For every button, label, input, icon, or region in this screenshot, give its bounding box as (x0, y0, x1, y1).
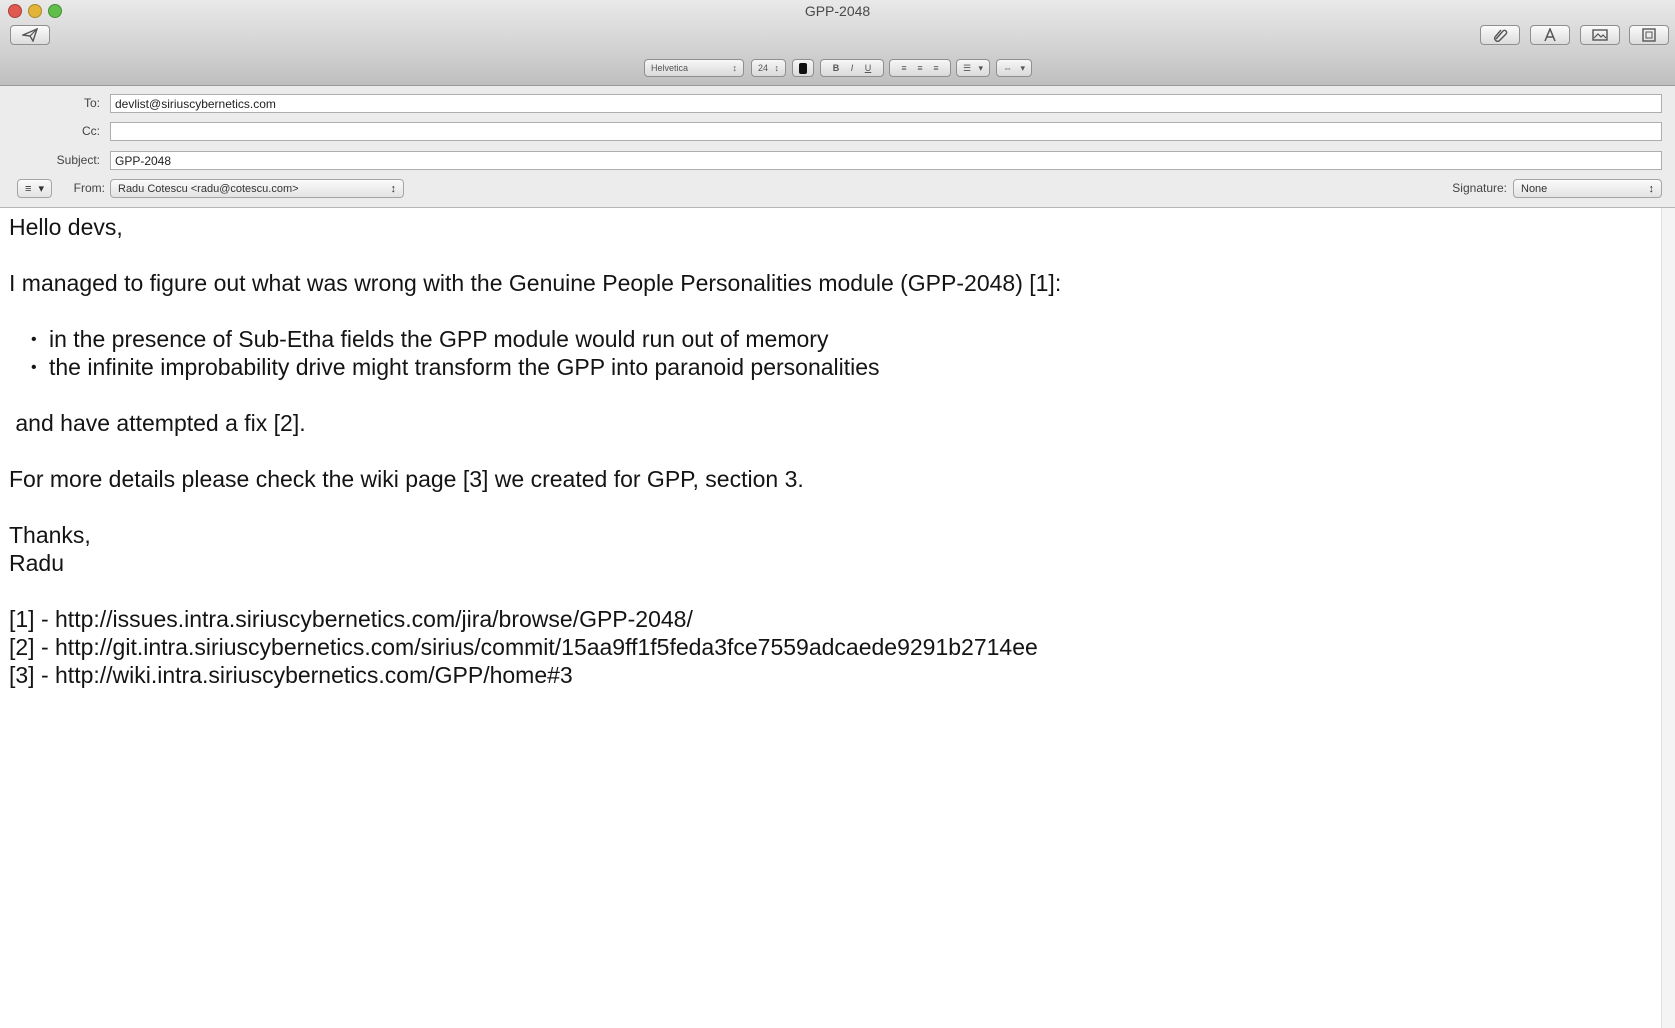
compose-window: GPP-2048 Helvetica ↕ 24 ↕ B I U ≡ ≡ ≡ ☰ … (0, 0, 1675, 1028)
to-field[interactable]: devlist@siriuscybernetics.com (110, 94, 1662, 113)
format-bar: Helvetica ↕ 24 ↕ B I U ≡ ≡ ≡ ☰ ▾ ⇔ ▾ (0, 59, 1675, 79)
vertical-scrollbar[interactable] (1661, 208, 1675, 1028)
cc-label: Cc: (82, 124, 100, 138)
window-title: GPP-2048 (804, 3, 871, 19)
greeting-text: Hello devs, (9, 214, 123, 240)
text-color-button[interactable] (792, 59, 814, 77)
photo-browser-icon (1592, 29, 1608, 41)
font-icon (1544, 28, 1556, 42)
to-label: To: (83, 96, 100, 110)
title-bar: GPP-2048 Helvetica ↕ 24 ↕ B I U ≡ ≡ ≡ ☰ … (0, 0, 1675, 86)
list-popup[interactable]: ☰ ▾ (956, 59, 990, 77)
from-value: Radu Cotescu <radu@cotescu.com> (118, 182, 299, 195)
reference-link[interactable]: [2] - http://git.intra.siriuscybernetics… (9, 633, 1662, 661)
list-item: the infinite improbability drive might t… (9, 353, 1662, 382)
chevron-down-icon: ▾ (1020, 62, 1025, 73)
issue-list: in the presence of Sub-Etha fields the G… (9, 325, 1662, 382)
color-swatch-icon (799, 62, 807, 74)
signature-label: Signature: (1452, 181, 1507, 195)
from-popup[interactable]: Radu Cotescu <radu@cotescu.com> ↕ (110, 179, 404, 198)
list-icon: ☰ (963, 62, 972, 73)
indent-icon: ⇔ (1003, 63, 1012, 73)
chevron-down-icon: ▾ (978, 62, 983, 73)
paper-plane-icon (22, 28, 38, 42)
alignment-group: ≡ ≡ ≡ (889, 59, 951, 77)
indent-popup[interactable]: ⇔ ▾ (996, 59, 1032, 77)
chevron-updown-icon: ↕ (774, 63, 780, 73)
stationery-icon (1642, 28, 1656, 42)
reference-link[interactable]: [3] - http://wiki.intra.siriuscybernetic… (9, 661, 1662, 689)
font-family-label: Helvetica (651, 63, 689, 73)
font-family-popup[interactable]: Helvetica ↕ (644, 59, 744, 77)
align-left-icon[interactable]: ≡ (901, 63, 906, 73)
fix-text: and have attempted a fix [2]. (9, 410, 306, 436)
align-right-icon[interactable]: ≡ (933, 63, 938, 73)
photo-browser-button[interactable] (1580, 25, 1620, 45)
italic-button[interactable]: I (851, 63, 854, 73)
underline-button[interactable]: U (865, 63, 872, 73)
closing-text: Thanks, (9, 522, 91, 548)
format-fonts-button[interactable] (1530, 25, 1570, 45)
signature-name-text: Radu (9, 550, 64, 576)
bold-button[interactable]: B (833, 63, 840, 73)
subject-label: Subject: (56, 153, 100, 167)
details-text: For more details please check the wiki p… (9, 466, 804, 492)
attach-button[interactable] (1480, 25, 1520, 45)
signature-value: None (1521, 182, 1548, 195)
from-label: From: (73, 181, 105, 195)
paperclip-icon (1494, 29, 1508, 42)
font-size-popup[interactable]: 24 ↕ (751, 59, 786, 77)
signature-popup[interactable]: None ↕ (1513, 179, 1662, 198)
send-button[interactable] (10, 25, 50, 45)
chevron-updown-icon: ↕ (1648, 182, 1655, 195)
align-center-icon[interactable]: ≡ (917, 63, 922, 73)
reference-link[interactable]: [1] - http://issues.intra.siriuscybernet… (9, 605, 1662, 633)
list-item: in the presence of Sub-Etha fields the G… (9, 325, 1662, 354)
text-style-group: B I U (820, 59, 884, 77)
font-size-label: 24 (758, 63, 769, 73)
subject-field[interactable]: GPP-2048 (110, 151, 1662, 170)
intro-text: I managed to figure out what was wrong w… (9, 270, 1062, 296)
chevron-updown-icon: ↕ (732, 63, 738, 73)
stationery-button[interactable] (1629, 25, 1669, 45)
chevron-updown-icon: ↕ (390, 182, 397, 195)
cc-field[interactable] (110, 122, 1662, 141)
message-body[interactable]: Hello devs, I managed to figure out what… (0, 208, 1662, 1028)
message-headers: To: devlist@siriuscybernetics.com Cc: Su… (0, 86, 1675, 208)
